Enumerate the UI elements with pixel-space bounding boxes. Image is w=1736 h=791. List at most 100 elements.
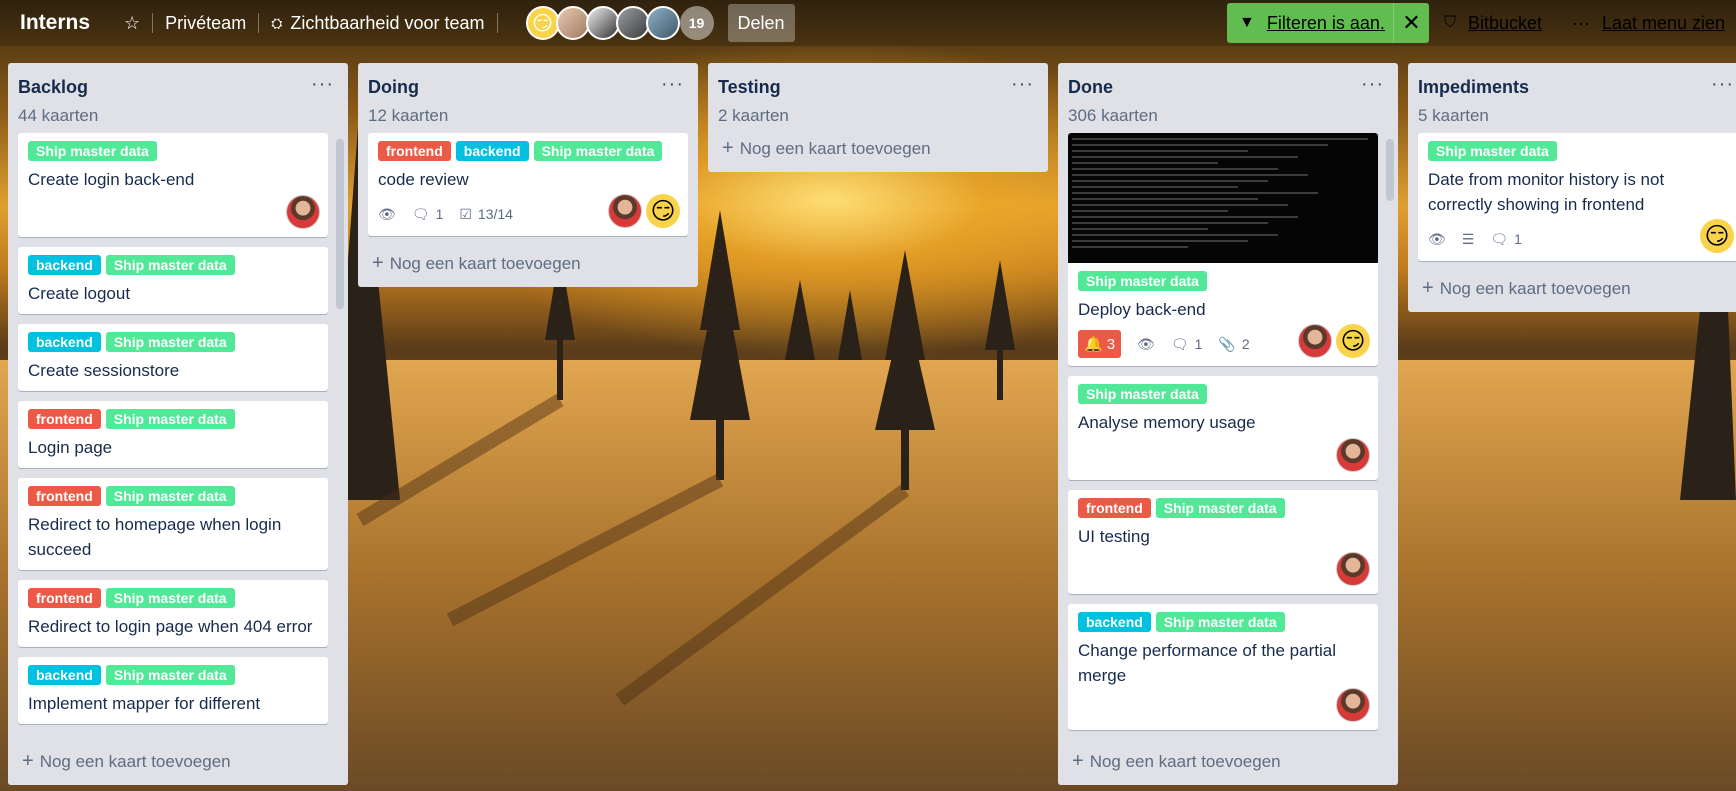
member-avatar[interactable] xyxy=(555,6,590,40)
plus-icon: + xyxy=(22,750,34,772)
funnel-icon: ▼ xyxy=(1239,14,1255,31)
add-card-button[interactable]: + Nog een kaart toevoegen xyxy=(358,246,698,287)
member-avatar[interactable] xyxy=(286,195,320,229)
star-icon[interactable]: ☆ xyxy=(124,13,140,34)
card-title: Create logout xyxy=(28,284,131,303)
member-avatar[interactable] xyxy=(1298,324,1332,358)
card[interactable]: backend Ship master data Create logout xyxy=(18,247,328,314)
filter-indicator[interactable]: ▼ Filteren is aan. ✕ xyxy=(1227,3,1429,43)
label-ship-master-data: Ship master data xyxy=(105,255,235,275)
member-avatar[interactable] xyxy=(1336,552,1370,586)
card[interactable]: Ship master data Deploy back-end 🔔 3 👁 🗨 1… xyxy=(1068,133,1378,366)
list-title[interactable]: Backlog xyxy=(18,77,338,98)
share-button[interactable]: Delen xyxy=(727,4,795,42)
comment-badge: 🗨 1 xyxy=(1490,230,1522,248)
member-avatar[interactable] xyxy=(645,6,680,40)
card[interactable]: frontend Ship master data Redirect to lo… xyxy=(18,580,328,647)
list-menu-button[interactable]: ··· xyxy=(1011,73,1034,96)
label-frontend: frontend xyxy=(378,141,451,161)
add-card-button[interactable]: + Nog een kaart toevoegen xyxy=(708,133,1048,172)
divider xyxy=(496,13,498,33)
card[interactable]: frontend Ship master data Redirect to ho… xyxy=(18,478,328,570)
list-menu-button[interactable]: ··· xyxy=(661,73,684,96)
member-avatar[interactable] xyxy=(1336,688,1370,722)
paperclip-icon: 📎 xyxy=(1218,335,1236,352)
card-title: Deploy back-end xyxy=(1078,300,1206,319)
label-frontend: frontend xyxy=(28,588,101,608)
add-card-button[interactable]: + Nog een kaart toevoegen xyxy=(1408,271,1736,312)
list-card-count: 12 kaarten xyxy=(368,106,449,125)
list-menu-button[interactable]: ··· xyxy=(1711,73,1734,96)
card-list: Ship master data Create login back-end b… xyxy=(8,133,348,738)
add-card-button[interactable]: + Nog een kaart toevoegen xyxy=(8,740,348,785)
comment-icon: 🗨 xyxy=(411,205,430,222)
show-menu-label[interactable]: Laat menu zien xyxy=(1602,13,1725,34)
team-visibility-button[interactable]: Zichtbaarheid voor team xyxy=(290,13,484,34)
label-frontend: frontend xyxy=(28,409,101,429)
member-avatar[interactable] xyxy=(608,194,642,228)
card[interactable]: Ship master data Analyse memory usage xyxy=(1068,376,1378,480)
card-title: Analyse memory usage xyxy=(1078,413,1256,432)
add-card-label: Nog een kaart toevoegen xyxy=(39,752,231,771)
card-title: Create sessionstore xyxy=(28,361,180,380)
list-testing: Testing 2 kaarten ··· + Nog een kaart toe… xyxy=(708,63,1048,172)
list-card-count: 2 kaarten xyxy=(718,106,789,125)
label-frontend: frontend xyxy=(1078,498,1151,518)
close-icon[interactable]: ✕ xyxy=(1393,3,1429,43)
list-header: Testing 2 kaarten ··· xyxy=(708,63,1048,133)
list-title[interactable]: Done xyxy=(1068,77,1388,98)
plus-icon: + xyxy=(372,252,384,274)
card[interactable]: Ship master data Create login back-end xyxy=(18,133,328,237)
member-avatar[interactable] xyxy=(1336,438,1370,472)
member-avatar[interactable] xyxy=(585,6,620,40)
card-title: Create login back-end xyxy=(28,170,195,189)
notification-badge: 🔔 3 xyxy=(1078,330,1122,358)
bell-icon: 🔔 xyxy=(1084,336,1103,353)
list-menu-button[interactable]: ··· xyxy=(311,73,334,96)
member-avatar[interactable]: 😏 xyxy=(1336,324,1370,358)
add-card-button[interactable]: + Nog een kaart toevoegen xyxy=(1058,740,1398,785)
card[interactable]: frontend backend Ship master data code r… xyxy=(368,133,688,236)
comment-badge: 🗨 1 xyxy=(411,205,444,223)
member-avatar[interactable]: 😏 xyxy=(525,6,560,40)
show-menu-button[interactable]: ··· Laat menu zien xyxy=(1572,0,1725,46)
list-title[interactable]: Impediments xyxy=(1418,77,1726,98)
list-menu-button[interactable]: ··· xyxy=(1361,73,1384,96)
card[interactable]: Ship master data Date from monitor histo… xyxy=(1418,133,1736,261)
list-title[interactable]: Doing xyxy=(368,77,688,98)
card[interactable]: frontend Ship master data UI testing xyxy=(1068,490,1378,594)
member-avatar[interactable]: 😏 xyxy=(646,194,680,228)
bitbucket-powerup[interactable]: ⛉ Bitbucket xyxy=(1444,0,1542,46)
list-backlog: Backlog 44 kaarten ··· Ship master data … xyxy=(8,63,348,785)
list-done: Done 306 kaarten ··· Ship master data De… xyxy=(1058,63,1398,785)
card-title: Implement mapper for different xyxy=(28,694,261,713)
card-list: Ship master data Date from monitor histo… xyxy=(1408,133,1736,261)
filter-label[interactable]: Filteren is aan. xyxy=(1267,13,1385,34)
member-avatar[interactable]: 😏 xyxy=(1700,219,1734,253)
label-backend: backend xyxy=(28,255,101,275)
bitbucket-label[interactable]: Bitbucket xyxy=(1468,13,1542,34)
member-count-badge[interactable]: 19 xyxy=(679,6,714,40)
checkbox-icon: ☑ xyxy=(459,205,472,222)
label-ship-master-data: Ship master data xyxy=(1155,612,1285,632)
more-icon: ··· xyxy=(1572,12,1590,33)
label-ship-master-data: Ship master data xyxy=(105,665,235,685)
card-title: Date from monitor history is not correct… xyxy=(1428,170,1665,214)
card-title: UI testing xyxy=(1078,527,1150,546)
label-ship-master-data: Ship master data xyxy=(1078,271,1207,291)
card[interactable]: frontend Ship master data Login page xyxy=(18,401,328,468)
add-card-label: Nog een kaart toevoegen xyxy=(1439,279,1631,298)
list-header: Done 306 kaarten ··· xyxy=(1058,63,1398,133)
label-backend: backend xyxy=(1078,612,1151,632)
card[interactable]: backend Ship master data Change performa… xyxy=(1068,604,1378,730)
add-card-label: Nog een kaart toevoegen xyxy=(1089,752,1281,771)
board-title[interactable]: Interns xyxy=(20,11,90,35)
member-avatar[interactable] xyxy=(615,6,650,40)
label-ship-master-data: Ship master data xyxy=(533,141,663,161)
card[interactable]: backend Ship master data Create sessions… xyxy=(18,324,328,391)
attachment-badge: 📎 2 xyxy=(1218,335,1250,353)
card[interactable]: backend Ship master data Implement mappe… xyxy=(18,657,328,724)
board-visibility-button[interactable]: Privéteam xyxy=(165,13,246,34)
list-title[interactable]: Testing xyxy=(718,77,1038,98)
label-ship-master-data: Ship master data xyxy=(28,141,157,161)
